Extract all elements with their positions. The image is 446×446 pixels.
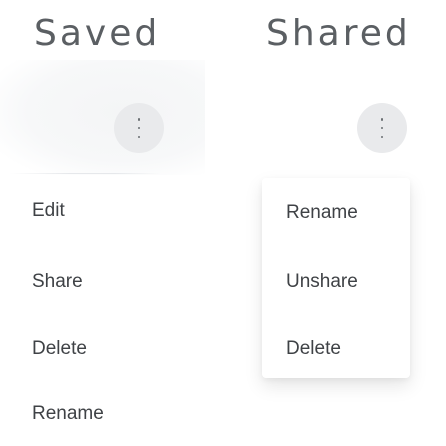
saved-menu-item-rename[interactable]: Rename	[32, 402, 104, 426]
shared-more-button[interactable]	[357, 103, 407, 153]
shared-menu-item-delete[interactable]: Delete	[286, 337, 341, 361]
shared-dropdown-menu: Rename Unshare Delete	[262, 178, 410, 378]
saved-title: Saved	[34, 13, 161, 54]
vertical-ellipsis-icon	[380, 118, 384, 138]
vertical-ellipsis-icon	[137, 118, 141, 138]
shared-menu-item-unshare[interactable]: Unshare	[286, 270, 358, 294]
shared-menu-item-rename[interactable]: Rename	[286, 201, 358, 225]
saved-menu-item-edit[interactable]: Edit	[32, 199, 65, 223]
saved-menu-item-delete[interactable]: Delete	[32, 337, 87, 361]
saved-panel-background	[0, 60, 205, 175]
saved-menu-item-share[interactable]: Share	[32, 270, 83, 294]
saved-more-button[interactable]	[114, 103, 164, 153]
shared-title: Shared	[266, 13, 411, 54]
saved-panel-divider	[10, 173, 160, 174]
